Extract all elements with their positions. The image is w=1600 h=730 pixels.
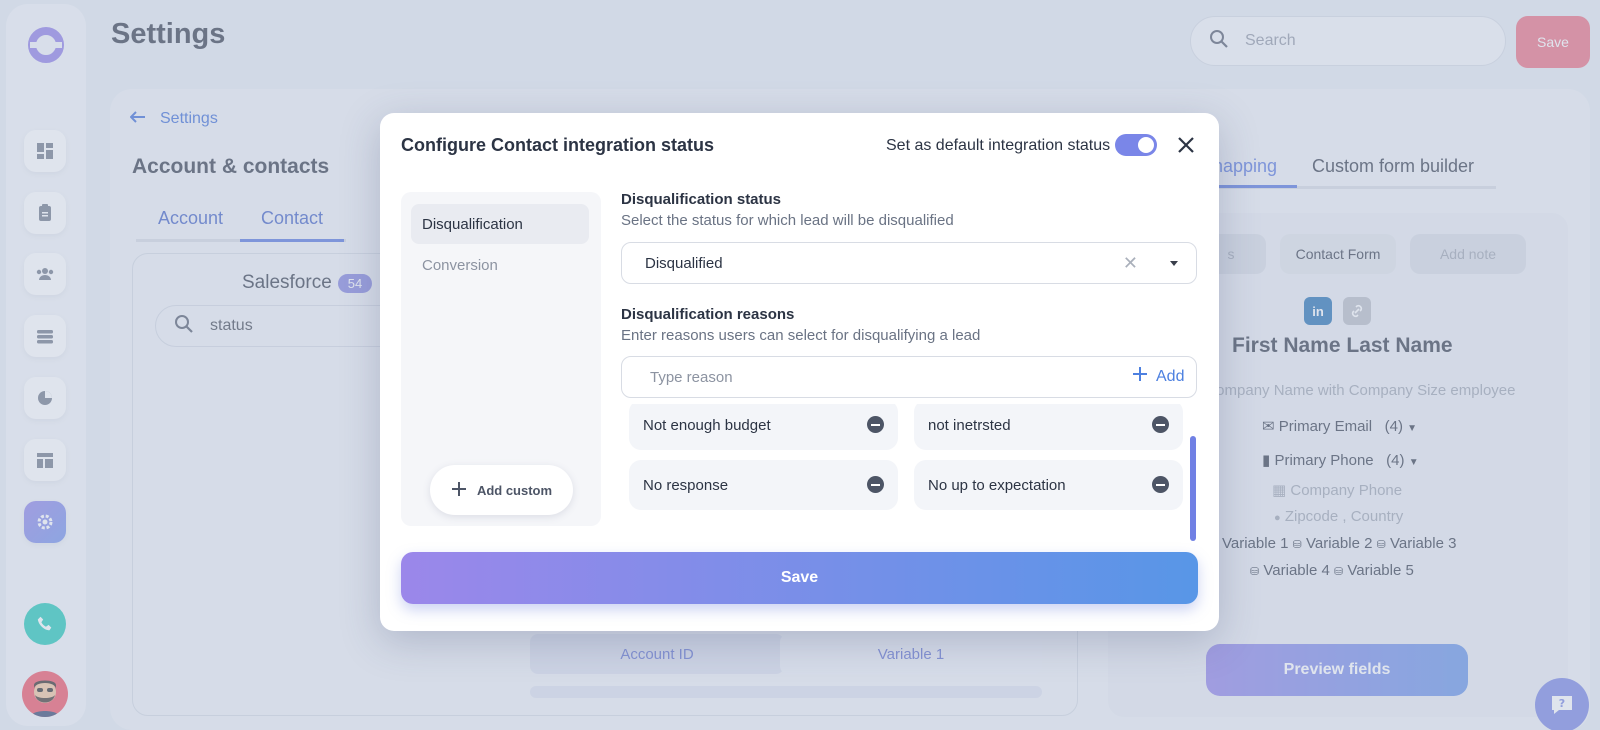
- reason-input-wrapper: Add: [621, 356, 1197, 398]
- integration-status-modal: Configure Contact integration status Set…: [380, 113, 1219, 631]
- caret-down-icon[interactable]: [1170, 261, 1178, 266]
- reasons-field-help: Enter reasons users can select for disqu…: [621, 327, 981, 344]
- status-select[interactable]: Disqualified ✕: [621, 242, 1197, 284]
- reason-chip: No response: [629, 460, 898, 510]
- modal-side-menu: Disqualification Conversion Add custom: [401, 192, 601, 526]
- status-field-help: Select the status for which lead will be…: [621, 212, 954, 229]
- status-select-value: Disqualified: [645, 254, 723, 272]
- clear-icon[interactable]: ✕: [1123, 253, 1138, 274]
- reason-chip-label: Not enough budget: [643, 416, 771, 434]
- reason-chip: not inetrsted: [914, 404, 1183, 450]
- side-item-conversion[interactable]: Conversion: [411, 245, 589, 285]
- add-custom-button[interactable]: Add custom: [430, 465, 573, 515]
- remove-icon[interactable]: [1152, 416, 1169, 433]
- close-icon[interactable]: [1174, 133, 1198, 157]
- reason-chip: No up to expectation: [914, 460, 1183, 510]
- toggle-knob: [1138, 137, 1154, 153]
- modal-title: Configure Contact integration status: [401, 135, 715, 155]
- reason-chip-label: No up to expectation: [928, 476, 1066, 494]
- reasons-scrollbar[interactable]: [1190, 436, 1196, 541]
- reason-chip: Not enough budget: [629, 404, 898, 450]
- modal-save-button[interactable]: Save: [401, 552, 1198, 604]
- reason-input[interactable]: [650, 368, 1090, 386]
- add-reason-label: Add: [1156, 367, 1185, 385]
- plus-icon: [451, 481, 467, 500]
- plus-icon: [1132, 366, 1148, 387]
- default-status-label: Set as default integration status: [886, 137, 1111, 154]
- reasons-field-label: Disqualification reasons: [621, 306, 795, 323]
- reason-chip-label: not inetrsted: [928, 416, 1011, 434]
- remove-icon[interactable]: [867, 476, 884, 493]
- remove-icon[interactable]: [1152, 476, 1169, 493]
- default-status-toggle[interactable]: [1115, 134, 1157, 156]
- side-item-disqualification[interactable]: Disqualification: [411, 204, 589, 244]
- status-field-label: Disqualification status: [621, 191, 782, 208]
- reason-chip-label: No response: [643, 476, 729, 494]
- remove-icon[interactable]: [867, 416, 884, 433]
- add-reason-button[interactable]: Add: [1132, 366, 1184, 387]
- reasons-list[interactable]: Not enough budget not inetrsted No respo…: [621, 404, 1197, 526]
- add-custom-label: Add custom: [476, 482, 553, 498]
